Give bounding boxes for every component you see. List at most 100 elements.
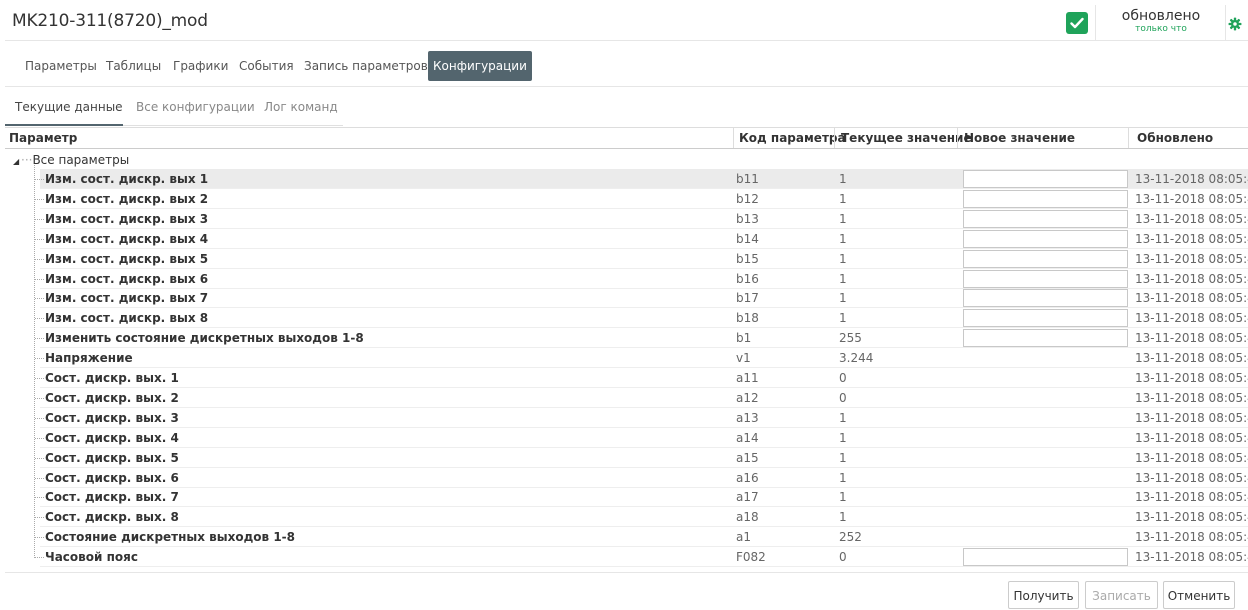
param-name: Сост. дискр. вых. 8 [45, 507, 179, 527]
param-name: Изм. сост. дискр. вых 2 [45, 189, 208, 209]
status-text: обновлено [1101, 8, 1221, 24]
tree-connector [35, 219, 44, 220]
update-status: обновлено только что [1101, 8, 1221, 35]
new-value-input[interactable] [963, 289, 1128, 307]
subtab-command-log[interactable]: Лог команд [264, 100, 338, 114]
param-name: Изм. сост. дискр. вых 3 [45, 209, 208, 229]
subtab-all-configurations[interactable]: Все конфигурации [136, 100, 255, 114]
column-header-updated[interactable]: Обновлено [1133, 128, 1213, 148]
table-row[interactable]: Изм. сост. дискр. вых 2b12113-11-2018 08… [5, 189, 1248, 209]
column-header-new-value[interactable]: Новое значение [960, 128, 1075, 148]
tree-connector [35, 517, 44, 518]
updated-timestamp: 13-11-2018 08:05:41 [1135, 487, 1248, 507]
table-row[interactable]: Сост. дискр. вых. 5a15113-11-2018 08:05:… [5, 448, 1248, 468]
current-value: 0 [839, 388, 847, 408]
updated-timestamp: 13-11-2018 08:05:41 [1135, 468, 1248, 488]
updated-timestamp: 13-11-2018 08:05:41 [1135, 229, 1248, 249]
new-value-input[interactable] [963, 329, 1128, 347]
tree-root-node[interactable]: ◢···Все параметры [13, 150, 129, 170]
column-header-code[interactable]: Код параметра [735, 128, 846, 148]
param-name: Напряжение [45, 348, 133, 368]
table-row[interactable]: Состояние дискретных выходов 1-8a125213-… [5, 527, 1248, 547]
get-button[interactable]: Получить [1008, 581, 1079, 609]
updated-timestamp: 13-11-2018 08:05:41 [1135, 408, 1248, 428]
current-value: 1 [839, 209, 847, 229]
tab-parameters[interactable]: Параметры [25, 51, 97, 81]
table-row[interactable]: Изм. сост. дискр. вых 5b15113-11-2018 08… [5, 249, 1248, 269]
column-divider[interactable] [834, 128, 835, 148]
new-value-input[interactable] [963, 230, 1128, 248]
table-row[interactable]: Изм. сост. дискр. вых 6b16113-11-2018 08… [5, 269, 1248, 289]
table-row[interactable]: Сост. дискр. вых. 1a11013-11-2018 08:05:… [5, 368, 1248, 388]
param-code: b18 [736, 308, 759, 328]
param-code: b1 [736, 328, 751, 348]
param-code: b17 [736, 288, 759, 308]
cancel-button[interactable]: Отменить [1163, 581, 1235, 609]
current-value: 1 [839, 308, 847, 328]
updated-timestamp: 13-11-2018 08:05:41 [1135, 368, 1248, 388]
column-header-current-value[interactable]: Текущее значение [837, 128, 972, 148]
status-subtext: только что [1101, 24, 1221, 35]
tab-configurations[interactable]: Конфигурации [428, 51, 532, 81]
subtab-current-data[interactable]: Текущие данные [15, 100, 123, 114]
table-row[interactable]: Сост. дискр. вых. 2a12013-11-2018 08:05:… [5, 388, 1248, 408]
table-row[interactable]: Изм. сост. дискр. вых 1b11113-11-2018 08… [5, 169, 1248, 189]
tab-parameter-recording[interactable]: Запись параметров [304, 51, 428, 81]
current-value: 1 [839, 487, 847, 507]
active-tab-indicator [5, 124, 123, 126]
tree-connector [35, 358, 44, 359]
tree-connector [35, 418, 44, 419]
table-row[interactable]: Сост. дискр. вых. 6a16113-11-2018 08:05:… [5, 468, 1248, 488]
table-row[interactable]: Изменить состояние дискретных выходов 1-… [5, 328, 1248, 348]
table-row[interactable]: Сост. дискр. вых. 7a17113-11-2018 08:05:… [5, 487, 1248, 507]
table-row[interactable]: Изм. сост. дискр. вых 3b13113-11-2018 08… [5, 209, 1248, 229]
current-value: 1 [839, 507, 847, 527]
new-value-input[interactable] [963, 190, 1128, 208]
table-row[interactable]: Часовой поясF082013-11-2018 08:05:41 [5, 547, 1248, 567]
table-row[interactable]: Напряжениеv13.24413-11-2018 08:05:41 [5, 348, 1248, 368]
tab-charts[interactable]: Графики [173, 51, 228, 81]
column-header-parameter[interactable]: Параметр [5, 128, 77, 148]
tree-root-label: Все параметры [32, 153, 129, 167]
tree-connector [35, 438, 44, 439]
new-value-input[interactable] [963, 309, 1128, 327]
tab-tables[interactable]: Таблицы [106, 51, 161, 81]
table-row[interactable]: Сост. дискр. вых. 8a18113-11-2018 08:05:… [5, 507, 1248, 527]
param-code: a1 [736, 527, 751, 547]
updated-timestamp: 13-11-2018 08:05:41 [1135, 209, 1248, 229]
new-value-input[interactable] [963, 548, 1128, 566]
current-value: 255 [839, 328, 862, 348]
tab-events[interactable]: События [239, 51, 294, 81]
table-row[interactable]: Сост. дискр. вых. 3a13113-11-2018 08:05:… [5, 408, 1248, 428]
param-code: a18 [736, 507, 759, 527]
divider [123, 125, 343, 126]
column-divider[interactable] [957, 128, 958, 148]
gear-icon[interactable] [1228, 17, 1242, 34]
updated-timestamp: 13-11-2018 08:05:41 [1135, 547, 1248, 567]
table-row[interactable]: Изм. сост. дискр. вых 8b18113-11-2018 08… [5, 308, 1248, 328]
new-value-input[interactable] [963, 250, 1128, 268]
new-value-input[interactable] [963, 210, 1128, 228]
column-divider[interactable] [733, 128, 734, 148]
param-code: a14 [736, 428, 759, 448]
write-button[interactable]: Записать [1085, 581, 1158, 609]
param-name: Изм. сост. дискр. вых 1 [45, 169, 208, 189]
tree-connector [35, 378, 44, 379]
param-name: Сост. дискр. вых. 2 [45, 388, 179, 408]
new-value-input[interactable] [963, 270, 1128, 288]
column-divider[interactable] [1128, 128, 1129, 148]
current-value: 1 [839, 189, 847, 209]
tree-connector [35, 298, 44, 299]
new-value-input[interactable] [963, 170, 1128, 188]
param-name: Сост. дискр. вых. 1 [45, 368, 179, 388]
tree-connector [35, 557, 44, 558]
table-row[interactable]: Сост. дискр. вых. 4a14113-11-2018 08:05:… [5, 428, 1248, 448]
table-row[interactable]: Изм. сост. дискр. вых 4b14113-11-2018 08… [5, 229, 1248, 249]
current-value: 1 [839, 408, 847, 428]
current-value: 3.244 [839, 348, 873, 368]
sub-tabs: Текущие данные Все конфигурации Лог кома… [5, 87, 1248, 125]
table-row[interactable]: Изм. сост. дискр. вых 7b17113-11-2018 08… [5, 288, 1248, 308]
param-name: Часовой пояс [45, 547, 138, 567]
current-value: 0 [839, 368, 847, 388]
divider [5, 572, 1248, 573]
